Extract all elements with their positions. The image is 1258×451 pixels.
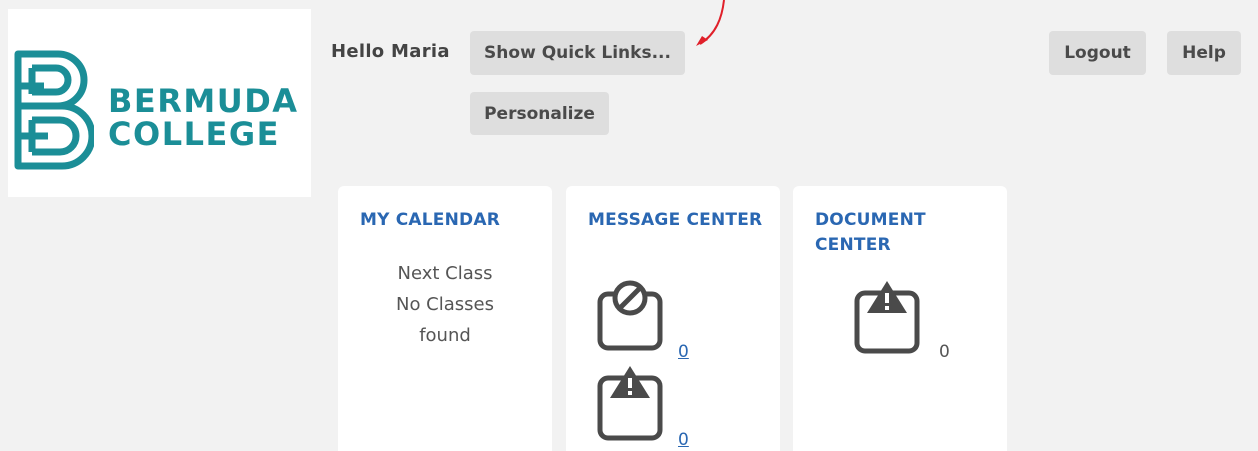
alert-messages-icon[interactable] [596,364,666,444]
document-center-card[interactable]: DOCUMENT CENTER 0 [793,186,1007,451]
logo-panel: BERMUDA COLLEGE [8,9,311,197]
greeting-text: Hello Maria [331,41,450,62]
my-calendar-title[interactable]: MY CALENDAR [360,208,540,233]
alert-messages-count-link[interactable]: 0 [678,430,689,450]
bermuda-college-logo-icon [14,50,94,170]
portal-app: BERMUDA COLLEGE Hello Maria Show Quick L… [0,0,1258,451]
help-button[interactable]: Help [1167,31,1241,75]
documents-count: 0 [939,342,950,362]
found-text: found [419,325,471,346]
my-calendar-card[interactable]: MY CALENDAR Next Class No Classes found [338,186,552,451]
message-center-title[interactable]: MESSAGE CENTER [588,208,768,233]
next-class-info: Next Class No Classes found [338,258,552,351]
annotation-arrow-icon [696,0,725,46]
next-class-label: Next Class [397,263,493,284]
personalize-button[interactable]: Personalize [470,92,609,135]
alert-documents-icon [854,281,920,354]
logout-button[interactable]: Logout [1049,31,1146,75]
college-name-line1: BERMUDA [108,82,299,120]
blocked-messages-count-link[interactable]: 0 [678,342,689,362]
blocked-messages-icon[interactable] [596,280,666,352]
college-name: BERMUDA COLLEGE [108,85,299,151]
message-center-card[interactable]: MESSAGE CENTER 0 0 [566,186,780,451]
document-center-title[interactable]: DOCUMENT CENTER [815,208,995,258]
no-classes-text: No Classes [395,294,494,315]
show-quick-links-button[interactable]: Show Quick Links... [470,31,685,75]
college-name-line2: COLLEGE [108,115,280,153]
